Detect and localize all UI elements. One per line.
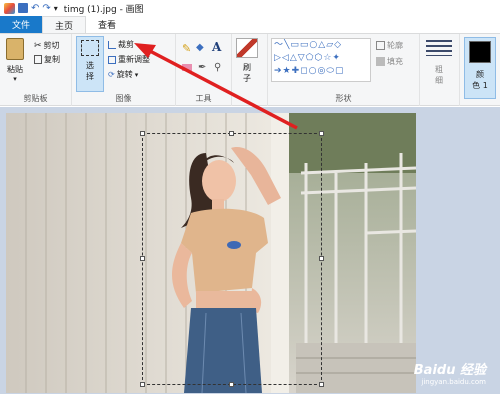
annotation-arrow: [134, 43, 298, 130]
